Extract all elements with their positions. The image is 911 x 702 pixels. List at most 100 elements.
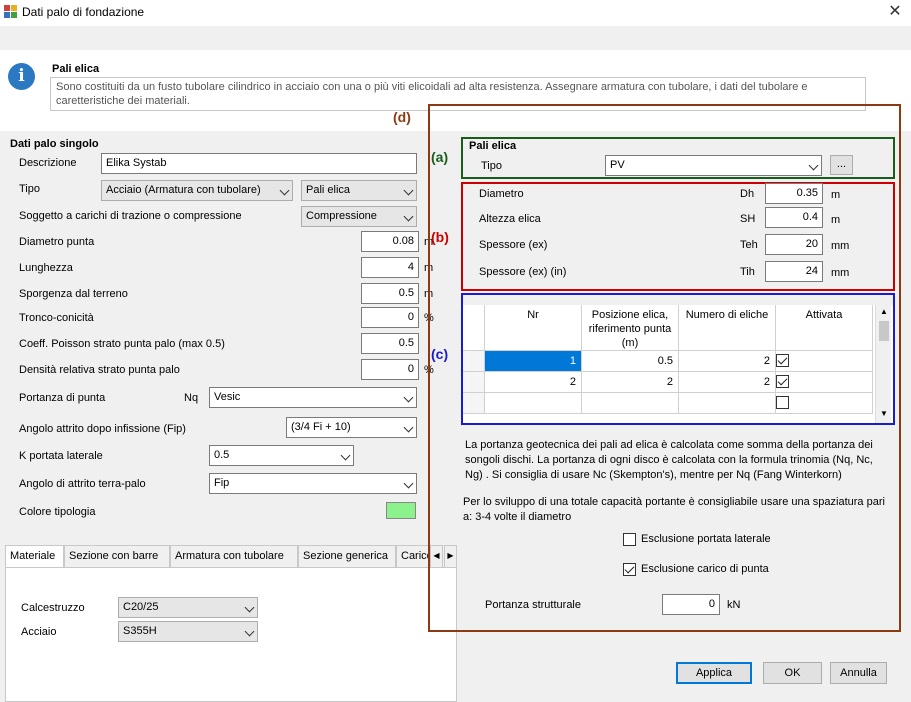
poisson-label: Coeff. Poisson strato punta palo (max 0.… [19, 338, 225, 350]
app-icon [4, 5, 18, 19]
tih-symbol: Tih [740, 266, 755, 278]
tab-sezione-barre[interactable]: Sezione con barre [64, 545, 170, 567]
grid-cell-nr[interactable]: 1 [485, 351, 582, 372]
dh-label: Diametro [479, 188, 524, 200]
tronco-input[interactable]: 0 [361, 307, 419, 328]
sporgenza-label: Sporgenza dal terreno [19, 288, 128, 300]
angolo-fip-label: Angolo attrito dopo infissione (Fip) [19, 423, 186, 435]
row-header[interactable] [463, 351, 485, 372]
sporgenza-input[interactable]: 0.5 [361, 283, 419, 304]
grid-cell-posizione[interactable]: 2 [582, 372, 679, 393]
grid-cell-numero[interactable]: 2 [679, 351, 776, 372]
portanza-nq-label: Nq [184, 392, 199, 404]
angolo-terra-label: Angolo di attrito terra-palo [19, 478, 146, 490]
chevron-down-icon [403, 478, 414, 489]
info-icon: i [8, 63, 35, 90]
acciaio-select[interactable]: S355H [118, 621, 258, 642]
pali-tipo-value: PV [610, 159, 625, 171]
portanza-strutturale-unit: kN [727, 599, 741, 611]
scroll-down-icon[interactable]: ▼ [878, 409, 890, 418]
portanza-punta-select[interactable]: Vesic [209, 387, 417, 408]
portanza-strutturale-input[interactable]: 0 [662, 594, 720, 615]
soggetto-select[interactable]: Compressione [301, 206, 417, 227]
portanza-punta-value: Vesic [214, 391, 241, 403]
descrizione-label: Descrizione [19, 157, 77, 169]
chevron-down-icon [340, 450, 351, 461]
tih-label: Spessore (ex) (in) [479, 266, 567, 278]
row2-attivata-checkbox[interactable] [776, 375, 789, 388]
descrizione-input[interactable]: Elika Systab [101, 153, 417, 174]
annulla-button[interactable]: Annulla [830, 662, 887, 684]
esclusione-laterale-checkbox[interactable] [623, 533, 636, 546]
browse-button[interactable]: ... [830, 155, 853, 175]
tih-input[interactable]: 24 [765, 261, 823, 282]
grid-header-numero: Numero di eliche [679, 305, 776, 351]
grid-cell-numero[interactable] [679, 393, 776, 414]
poisson-input[interactable]: 0.5 [361, 333, 419, 354]
angolo-fip-select[interactable]: (3/4 Fi + 10) [286, 417, 417, 438]
row-header[interactable] [463, 393, 485, 414]
kportata-label: K portata laterale [19, 450, 103, 462]
dh-input[interactable]: 0.35 [765, 183, 823, 204]
esclusione-laterale-label: Esclusione portata laterale [641, 533, 771, 545]
teh-label: Spessore (ex) [479, 239, 548, 251]
section-title: Dati palo singolo [10, 138, 99, 150]
pali-tipo-label: Tipo [481, 160, 502, 172]
grid-cell-nr[interactable] [485, 393, 582, 414]
kportata-select[interactable]: 0.5 [209, 445, 354, 466]
dh-unit: m [831, 189, 841, 201]
tipo-material-select[interactable]: Acciaio (Armatura con tubolare) [101, 180, 293, 201]
chevron-down-icon [403, 392, 414, 403]
scroll-thumb[interactable] [879, 321, 889, 341]
kportata-value: 0.5 [214, 449, 230, 461]
teh-symbol: Teh [740, 239, 758, 251]
tab-materiale[interactable]: Materiale [5, 545, 64, 568]
sh-input[interactable]: 0.4 [765, 207, 823, 228]
soggetto-value: Compressione [306, 210, 377, 222]
close-icon[interactable]: ✕ [882, 0, 908, 26]
colore-label: Colore tipologia [19, 506, 96, 518]
tab-sezione-generica[interactable]: Sezione generica [298, 545, 396, 567]
grid-cell-attivata[interactable] [776, 372, 873, 393]
grid-header-attivata: Attivata [776, 305, 873, 351]
grid-cell-numero[interactable]: 2 [679, 372, 776, 393]
ok-button[interactable]: OK [763, 662, 822, 684]
tronco-label: Tronco-conicità [19, 312, 94, 324]
chevron-down-icon [403, 211, 414, 222]
teh-input[interactable]: 20 [765, 234, 823, 255]
chevron-down-icon [403, 185, 414, 196]
soggetto-label: Soggetto a carichi di trazione o compres… [19, 210, 242, 222]
row1-attivata-checkbox[interactable] [776, 354, 789, 367]
grid-cell-attivata[interactable] [776, 393, 873, 414]
grid-cell-posizione[interactable] [582, 393, 679, 414]
densita-input[interactable]: 0 [361, 359, 419, 380]
spaziatura-note: Per lo sviluppo di una totale capacità p… [463, 496, 885, 523]
calcestruzzo-select[interactable]: C20/25 [118, 597, 258, 618]
grid-cell-nr[interactable]: 2 [485, 372, 582, 393]
diametro-punta-input[interactable]: 0.08 [361, 231, 419, 252]
window-title: Dati palo di fondazione [22, 5, 145, 19]
color-swatch[interactable] [386, 502, 416, 519]
diametro-punta-label: Diametro punta [19, 236, 95, 248]
esclusione-punta-checkbox[interactable] [623, 563, 636, 576]
row3-attivata-checkbox[interactable] [776, 396, 789, 409]
mark-b: (b) [431, 229, 449, 245]
grid-cell-posizione[interactable]: 0.5 [582, 351, 679, 372]
calcestruzzo-value: C20/25 [123, 601, 159, 613]
pali-tipo-select[interactable]: PV [605, 155, 822, 176]
tipo-palo-select[interactable]: Pali elica [301, 180, 417, 201]
pali-elica-group-title: Pali elica [469, 140, 517, 152]
grid-scrollbar[interactable]: ▲ ▼ [875, 305, 891, 423]
grid-cell-attivata[interactable] [776, 351, 873, 372]
row-header[interactable] [463, 372, 485, 393]
lunghezza-input[interactable]: 4 [361, 257, 419, 278]
info-title: Pali elica [52, 63, 100, 75]
applica-button[interactable]: Applica [676, 662, 752, 684]
grid-header-nr: Nr [485, 305, 582, 351]
mark-a: (a) [431, 149, 449, 165]
tab-carico[interactable]: Carico [396, 545, 429, 567]
scroll-up-icon[interactable]: ▲ [878, 307, 890, 316]
angolo-terra-select[interactable]: Fip [209, 473, 417, 494]
sh-label: Altezza elica [479, 213, 541, 225]
tab-armatura-tubolare[interactable]: Armatura con tubolare [170, 545, 298, 567]
